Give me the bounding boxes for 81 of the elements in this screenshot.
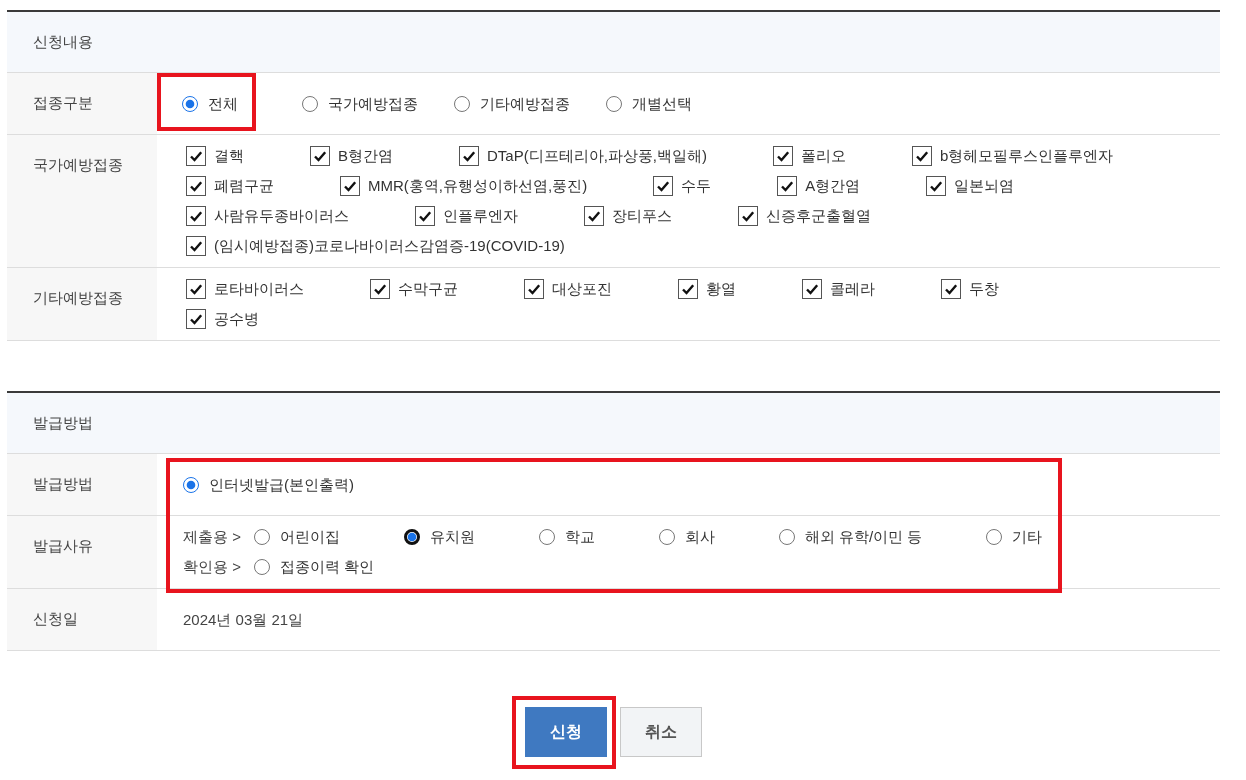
radio-icon[interactable] [183, 477, 199, 493]
checkbox-icon[interactable] [678, 279, 698, 299]
checkbox-option[interactable]: 콜레라 [802, 274, 875, 304]
cancel-button[interactable]: 취소 [620, 707, 702, 757]
checkbox-icon[interactable] [186, 279, 206, 299]
radio-icon[interactable] [253, 529, 270, 545]
row-header: 기타예방접종 [7, 268, 157, 341]
submit-button[interactable]: 신청 [525, 707, 607, 757]
checkbox-icon[interactable] [186, 176, 206, 196]
checkbox-option[interactable]: 폴리오 [773, 141, 847, 171]
checkbox-option[interactable]: (임시예방접종)코로나바이러스감염증-19(COVID-19) [186, 231, 565, 261]
checkbox-option[interactable]: DTaP(디프테리아,파상풍,백일해) [459, 141, 708, 171]
row-header: 발급사유 [7, 516, 157, 589]
checkbox-icon[interactable] [186, 206, 206, 226]
radio-icon[interactable] [986, 529, 1003, 545]
checkbox-option[interactable]: 대상포진 [524, 274, 612, 304]
radio-option[interactable]: 회사 [658, 527, 715, 547]
radio-option[interactable]: 인터넷발급(본인출력) [183, 475, 354, 495]
row-header: 국가예방접종 [7, 135, 157, 268]
checkbox-icon[interactable] [777, 176, 798, 196]
section-title: 신청내용 [33, 33, 93, 50]
checkbox-icon[interactable] [926, 176, 947, 196]
checkbox-option[interactable]: 황열 [678, 274, 736, 304]
checkbox-option[interactable]: 수두 [653, 171, 712, 201]
checkbox-option[interactable]: MMR(홍역,유행성이하선염,풍진) [340, 171, 588, 201]
radio-icon[interactable] [302, 96, 318, 112]
checkbox-icon[interactable] [459, 146, 479, 166]
radio-option[interactable]: 유치원 [403, 527, 475, 547]
checkbox-icon[interactable] [941, 279, 961, 299]
radio-icon[interactable] [778, 529, 795, 545]
radio-icon[interactable] [182, 96, 198, 112]
radio-icon[interactable] [403, 529, 420, 545]
radio-option[interactable]: 기타예방접종 [454, 94, 570, 114]
checkbox-icon[interactable] [415, 206, 435, 226]
radio-option[interactable]: 전체 [182, 94, 238, 114]
date-value: 2024년 03월 21일 [183, 610, 304, 630]
checkbox-icon[interactable] [186, 236, 206, 256]
row-header: 신청일 [7, 589, 157, 651]
row-header: 발급방법 [7, 454, 157, 516]
checkbox-icon[interactable] [773, 146, 794, 166]
radio-option[interactable]: 어린이집 [253, 527, 340, 547]
radio-icon[interactable] [606, 96, 622, 112]
checkbox-icon[interactable] [738, 206, 758, 226]
checkbox-icon[interactable] [653, 176, 674, 196]
checkbox-option[interactable]: 인플루엔자 [415, 201, 518, 231]
checkbox-option[interactable]: 수막구균 [370, 274, 458, 304]
checkbox-option[interactable]: 공수병 [186, 304, 259, 334]
group-label: 확인용 > [183, 557, 241, 577]
checkbox-option[interactable]: 폐렴구균 [186, 171, 274, 201]
checkbox-option[interactable]: 결핵 [186, 141, 244, 171]
checkbox-option[interactable]: A형간염 [777, 171, 861, 201]
row-header: 접종구분 [7, 73, 157, 135]
checkbox-icon[interactable] [802, 279, 822, 299]
checkbox-icon[interactable] [370, 279, 390, 299]
checkbox-icon[interactable] [310, 146, 330, 166]
radio-option[interactable]: 개별선택 [606, 94, 692, 114]
section-title: 발급방법 [33, 414, 93, 431]
checkbox-option[interactable]: 일본뇌염 [926, 171, 1015, 201]
checkbox-icon[interactable] [584, 206, 604, 226]
radio-option[interactable]: 해외 유학/이민 등 [778, 527, 923, 547]
radio-option[interactable]: 기타 [986, 527, 1043, 547]
checkbox-icon[interactable] [912, 146, 933, 166]
radio-icon[interactable] [658, 529, 675, 545]
checkbox-option[interactable]: 장티푸스 [584, 201, 672, 231]
checkbox-icon[interactable] [340, 176, 360, 196]
checkbox-icon[interactable] [186, 146, 206, 166]
checkbox-icon[interactable] [186, 309, 206, 329]
radio-icon[interactable] [253, 559, 270, 575]
checkbox-icon[interactable] [524, 279, 544, 299]
radio-option[interactable]: 학교 [538, 527, 595, 547]
radio-option[interactable]: 국가예방접종 [302, 94, 418, 114]
checkbox-option[interactable]: 신증후군출혈열 [738, 201, 871, 231]
radio-icon[interactable] [538, 529, 555, 545]
checkbox-option[interactable]: 로타바이러스 [186, 274, 304, 304]
radio-icon[interactable] [454, 96, 470, 112]
checkbox-option[interactable]: B형간염 [310, 141, 393, 171]
checkbox-option[interactable]: 사람유두종바이러스 [186, 201, 349, 231]
checkbox-option[interactable]: b형헤모필루스인플루엔자 [912, 141, 1114, 171]
checkbox-option[interactable]: 두창 [941, 274, 999, 304]
radio-option[interactable]: 접종이력 확인 [253, 557, 375, 577]
group-label: 제출용 > [183, 527, 241, 547]
